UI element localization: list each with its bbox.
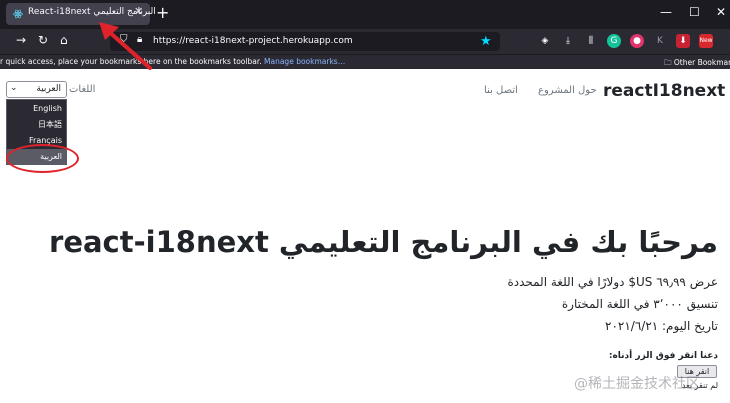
folder-icon: 🗀︎ — [664, 58, 672, 67]
language-option-japanese[interactable]: 日本語 — [7, 117, 66, 133]
price-line: عرض ٦٩٫٩٩ US$ دولارًا في اللغة المحددة — [507, 275, 718, 289]
react-favicon-icon — [13, 9, 23, 19]
brand-logo[interactable]: reactI18next — [603, 81, 725, 101]
number-line: تنسيق ٣٬٠٠٠ في اللغة المختارة — [561, 297, 718, 311]
bookmark-star-icon[interactable]: ★ — [480, 34, 492, 49]
home-icon[interactable]: ⌂ — [60, 33, 68, 47]
nav-link-contact[interactable]: اتصل بنا — [484, 85, 518, 96]
download-extension-icon[interactable]: ⬇ — [676, 34, 690, 48]
page-title: مرحبًا بك في البرنامج التعليمي react-i18… — [49, 225, 718, 259]
language-option-english[interactable]: English — [7, 101, 66, 117]
page-header: reactI18next حول المشروع اتصل بنا — [0, 70, 730, 115]
bookmarks-message: r quick access, place your bookmarks her… — [0, 57, 345, 66]
colorpick-icon[interactable]: ● — [630, 34, 644, 48]
url-text[interactable]: https://react-i18next-project.herokuapp.… — [153, 36, 353, 46]
nav-link-about[interactable]: حول المشروع — [538, 85, 597, 96]
tab-close-icon[interactable]: ✕ — [134, 5, 143, 18]
forward-icon[interactable]: → — [16, 33, 26, 47]
annotation-arrow — [99, 22, 152, 70]
chevron-down-icon: ⌄ — [10, 83, 18, 93]
manage-bookmarks-link[interactable]: Manage bookmarks… — [264, 57, 345, 66]
pocket-icon[interactable]: ◈ — [538, 34, 552, 48]
other-bookmarks-label: Other Bookmark — [673, 58, 730, 67]
annotation-circle — [6, 144, 79, 173]
new-tab-button[interactable]: + — [156, 3, 169, 22]
k-extension-icon[interactable]: K — [653, 34, 667, 48]
date-line: تاريخ اليوم: ٢٠٢١/٦/٢١ — [605, 319, 718, 333]
reload-icon[interactable]: ↻ — [38, 33, 48, 47]
other-bookmarks[interactable]: 🗀︎ Other Bookmark — [664, 57, 730, 70]
maximize-button[interactable]: ☐ — [689, 5, 700, 19]
click-prompt: دعنا انقر فوق الزر أدناه: — [608, 351, 718, 361]
language-select[interactable]: ⌄ العربية — [6, 81, 67, 98]
watermark: @稀土掘金技术社区 — [574, 376, 700, 392]
language-label: اللغات — [69, 84, 96, 95]
library-icon[interactable]: ⫼ — [584, 34, 598, 48]
minimize-button[interactable]: — — [660, 5, 672, 19]
download-icon[interactable]: ⤓ — [561, 34, 575, 48]
language-selected: العربية — [36, 84, 61, 94]
grammarly-icon[interactable]: G — [607, 34, 621, 48]
url-bar[interactable]: ⛉ 🔒︎ https://react-i18next-project.herok… — [110, 32, 500, 51]
window-close-button[interactable]: ✕ — [716, 5, 726, 19]
new-extension-icon[interactable]: New — [699, 34, 713, 48]
